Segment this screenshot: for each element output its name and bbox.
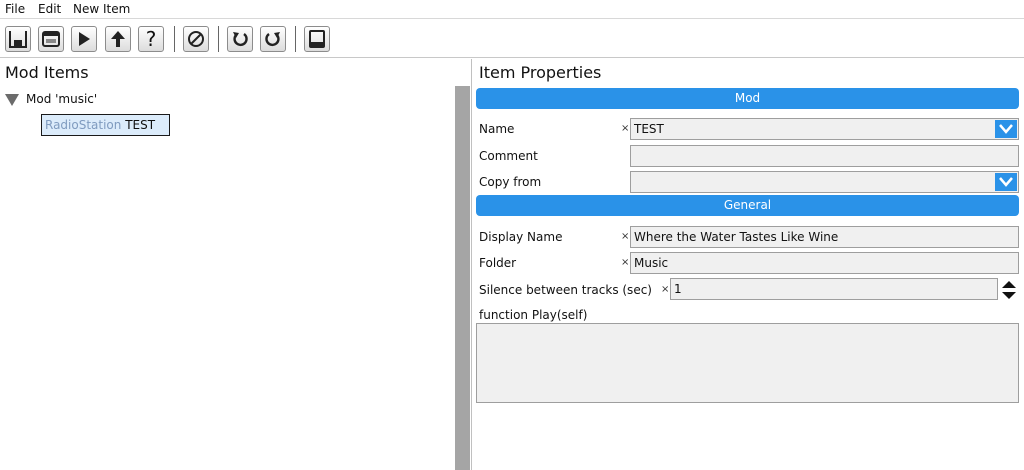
upload-icon	[111, 31, 125, 47]
name-value: TEST	[634, 122, 664, 136]
comment-field[interactable]	[630, 145, 1019, 167]
toolbar-separator	[174, 26, 175, 52]
menu-bar: File Edit New Item	[0, 0, 1024, 18]
play-function-code-editor[interactable]	[476, 323, 1019, 403]
comment-label: Comment	[479, 149, 538, 163]
tree-item-type: RadioStation	[45, 118, 122, 132]
undo-icon	[233, 32, 248, 47]
vertical-scrollbar[interactable]	[455, 86, 470, 470]
silence-clear-icon[interactable]: ×	[661, 282, 669, 298]
help-icon: ?	[145, 27, 157, 51]
window-icon	[42, 31, 60, 47]
expand-triangle-icon[interactable]	[5, 94, 19, 106]
display-name-clear-icon[interactable]: ×	[621, 229, 629, 245]
tree-item-name: TEST	[125, 118, 156, 132]
save-icon	[9, 31, 27, 48]
toolbar-separator	[218, 26, 219, 52]
chevron-down-icon	[999, 177, 1013, 187]
menu-new-item[interactable]: New Item	[73, 0, 130, 18]
folder-field[interactable]: Music	[630, 252, 1019, 274]
run-button[interactable]	[71, 26, 97, 52]
disable-icon	[188, 31, 204, 47]
menu-edit[interactable]: Edit	[38, 0, 61, 18]
toolbar-separator	[295, 26, 296, 52]
section-header-general: General	[476, 195, 1019, 216]
folder-label: Folder	[479, 256, 517, 270]
menu-file[interactable]: File	[5, 0, 25, 18]
silence-label: Silence between tracks (sec)	[479, 283, 652, 297]
name-dropdown-button[interactable]	[995, 120, 1017, 138]
upload-button[interactable]	[105, 26, 131, 52]
name-clear-icon[interactable]: ×	[621, 121, 629, 137]
window-button[interactable]	[38, 26, 64, 52]
terminal-icon	[309, 30, 325, 48]
undo-button[interactable]	[227, 26, 253, 52]
mod-items-panel: Mod Items Mod 'music' RadioStation TEST	[0, 59, 471, 470]
section-header-mod: Mod	[476, 88, 1019, 109]
name-label: Name	[479, 122, 515, 136]
play-function-label: function Play(self)	[479, 308, 588, 322]
help-button[interactable]: ?	[138, 26, 164, 52]
mod-items-title: Mod Items	[5, 63, 89, 82]
disable-button[interactable]	[183, 26, 209, 52]
silence-number-field[interactable]: 1	[670, 278, 998, 300]
toolbar: ?	[0, 18, 1024, 58]
stepper-arrows-icon[interactable]	[1001, 280, 1017, 300]
name-dropdown[interactable]: TEST	[630, 118, 1019, 140]
copy-from-dropdown-button[interactable]	[995, 173, 1017, 191]
item-properties-panel: Item Properties Mod Name × TEST Comment …	[472, 59, 1024, 470]
play-icon	[79, 32, 90, 46]
redo-button[interactable]	[260, 26, 286, 52]
tree-root-mod[interactable]: Mod 'music'	[26, 90, 97, 108]
terminal-button[interactable]	[304, 26, 330, 52]
display-name-field[interactable]: Where the Water Tastes Like Wine	[630, 226, 1019, 248]
tree-item-selected[interactable]: RadioStation TEST	[41, 114, 170, 136]
copy-from-label: Copy from	[479, 175, 542, 189]
copy-from-dropdown[interactable]	[630, 171, 1019, 193]
folder-clear-icon[interactable]: ×	[621, 255, 629, 271]
item-properties-title: Item Properties	[479, 63, 602, 82]
redo-icon	[265, 32, 280, 47]
display-name-label: Display Name	[479, 230, 563, 244]
chevron-down-icon	[999, 124, 1013, 134]
save-button[interactable]	[5, 26, 31, 52]
